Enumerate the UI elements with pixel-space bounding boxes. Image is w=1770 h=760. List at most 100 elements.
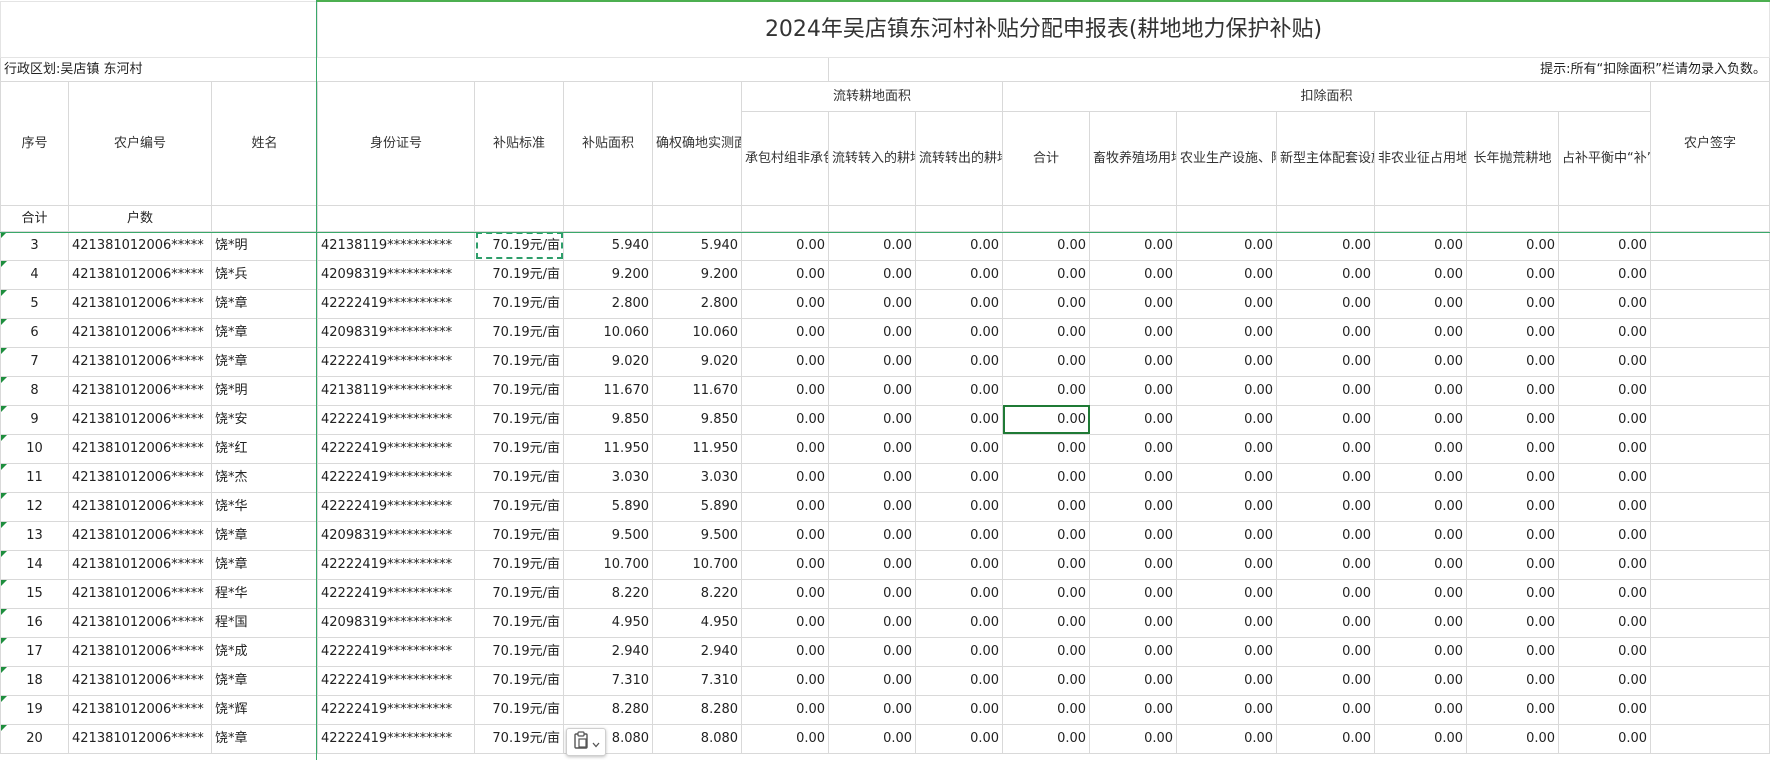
- row-subsidy-area[interactable]: 8.220: [563, 578, 654, 609]
- row-deduct-value[interactable]: 0.00: [1002, 317, 1091, 348]
- row-transfer-value[interactable]: 0.00: [915, 549, 1004, 580]
- row-deduct-value[interactable]: 0.00: [1002, 578, 1091, 609]
- row-id-number[interactable]: 42222419**********: [317, 288, 476, 319]
- header-deduct-col[interactable]: 畜牧养殖场用地: [1089, 110, 1178, 206]
- row-subsidy-area[interactable]: 9.500: [563, 520, 654, 551]
- row-name[interactable]: 饶*章: [210, 665, 319, 696]
- row-deduct-value[interactable]: 0.00: [1374, 259, 1468, 290]
- row-farmer-code[interactable]: 421381012006*****: [68, 520, 212, 551]
- row-deduct-value[interactable]: 0.00: [1374, 433, 1468, 464]
- row-subsidy-standard[interactable]: 70.19元/亩: [474, 607, 565, 638]
- row-transfer-value[interactable]: 0.00: [741, 317, 830, 348]
- row-name[interactable]: 饶*章: [210, 723, 319, 754]
- row-subsidy-area[interactable]: 10.700: [563, 549, 654, 580]
- row-name[interactable]: 饶*明: [210, 230, 319, 261]
- row-name[interactable]: 饶*成: [210, 636, 319, 667]
- row-deduct-value[interactable]: 0.00: [1276, 404, 1376, 435]
- row-signature[interactable]: [1650, 259, 1770, 290]
- total-cell[interactable]: [1558, 204, 1652, 232]
- total-cell[interactable]: [1089, 204, 1178, 232]
- row-deduct-value[interactable]: 0.00: [1276, 433, 1376, 464]
- header-seq[interactable]: 序号: [0, 80, 69, 206]
- row-deduct-value[interactable]: 0.00: [1002, 462, 1091, 493]
- row-deduct-value[interactable]: 0.00: [1374, 404, 1468, 435]
- row-signature[interactable]: [1650, 404, 1770, 435]
- header-deduct-col[interactable]: 合计: [1002, 110, 1091, 206]
- row-deduct-value[interactable]: 0.00: [1089, 694, 1178, 725]
- row-deduct-value[interactable]: 0.00: [1002, 665, 1091, 696]
- row-deduct-value[interactable]: 0.00: [1276, 230, 1376, 261]
- row-deduct-value[interactable]: 0.00: [1276, 259, 1376, 290]
- row-seq[interactable]: 8: [0, 375, 69, 406]
- row-subsidy-area[interactable]: 8.280: [563, 694, 654, 725]
- row-transfer-value[interactable]: 0.00: [741, 230, 830, 261]
- row-deduct-value[interactable]: 0.00: [1374, 520, 1468, 551]
- row-deduct-value[interactable]: 0.00: [1176, 346, 1278, 377]
- row-id-number[interactable]: 42222419**********: [317, 491, 476, 522]
- row-deduct-value[interactable]: 0.00: [1276, 607, 1376, 638]
- row-transfer-value[interactable]: 0.00: [741, 259, 830, 290]
- row-deduct-value[interactable]: 0.00: [1466, 578, 1560, 609]
- row-deduct-value[interactable]: 0.00: [1002, 288, 1091, 319]
- row-deduct-value[interactable]: 0.00: [1089, 230, 1178, 261]
- row-seq[interactable]: 6: [0, 317, 69, 348]
- row-deduct-value[interactable]: 0.00: [1002, 404, 1091, 435]
- row-transfer-value[interactable]: 0.00: [828, 259, 917, 290]
- row-deduct-value[interactable]: 0.00: [1176, 636, 1278, 667]
- row-deduct-value[interactable]: 0.00: [1276, 694, 1376, 725]
- row-id-number[interactable]: 42222419**********: [317, 346, 476, 377]
- row-name[interactable]: 饶*章: [210, 317, 319, 348]
- row-name[interactable]: 饶*杰: [210, 462, 319, 493]
- row-farmer-code[interactable]: 421381012006*****: [68, 549, 212, 580]
- row-transfer-value[interactable]: 0.00: [828, 578, 917, 609]
- row-deduct-value[interactable]: 0.00: [1558, 346, 1652, 377]
- header-measured-area[interactable]: 确权确地实测面积: [652, 80, 743, 206]
- row-subsidy-standard[interactable]: 70.19元/亩: [474, 665, 565, 696]
- row-deduct-value[interactable]: 0.00: [1466, 665, 1560, 696]
- row-transfer-value[interactable]: 0.00: [741, 346, 830, 377]
- row-deduct-value[interactable]: 0.00: [1558, 694, 1652, 725]
- row-id-number[interactable]: 42222419**********: [317, 404, 476, 435]
- row-deduct-value[interactable]: 0.00: [1558, 230, 1652, 261]
- row-deduct-value[interactable]: 0.00: [1466, 723, 1560, 754]
- row-deduct-value[interactable]: 0.00: [1176, 433, 1278, 464]
- row-subsidy-area[interactable]: 10.060: [563, 317, 654, 348]
- row-id-number[interactable]: 42222419**********: [317, 723, 476, 754]
- row-signature[interactable]: [1650, 636, 1770, 667]
- total-cell[interactable]: [1650, 204, 1770, 232]
- row-subsidy-area[interactable]: 2.800: [563, 288, 654, 319]
- row-farmer-code[interactable]: 421381012006*****: [68, 259, 212, 290]
- row-deduct-value[interactable]: 0.00: [1176, 520, 1278, 551]
- row-transfer-value[interactable]: 0.00: [828, 288, 917, 319]
- row-name[interactable]: 饶*章: [210, 346, 319, 377]
- row-transfer-value[interactable]: 0.00: [828, 346, 917, 377]
- row-transfer-value[interactable]: 0.00: [915, 694, 1004, 725]
- header-transfer-col[interactable]: 承包村组非承包地: [741, 110, 830, 206]
- row-deduct-value[interactable]: 0.00: [1466, 694, 1560, 725]
- row-deduct-value[interactable]: 0.00: [1089, 723, 1178, 754]
- row-transfer-value[interactable]: 0.00: [741, 520, 830, 551]
- row-deduct-value[interactable]: 0.00: [1466, 259, 1560, 290]
- row-subsidy-area[interactable]: 3.030: [563, 462, 654, 493]
- row-transfer-value[interactable]: 0.00: [741, 375, 830, 406]
- row-deduct-value[interactable]: 0.00: [1558, 723, 1652, 754]
- row-seq[interactable]: 15: [0, 578, 69, 609]
- row-seq[interactable]: 18: [0, 665, 69, 696]
- row-signature[interactable]: [1650, 607, 1770, 638]
- total-cell[interactable]: [563, 204, 654, 232]
- row-measured-area[interactable]: 8.280: [652, 694, 743, 725]
- row-id-number[interactable]: 42222419**********: [317, 549, 476, 580]
- row-transfer-value[interactable]: 0.00: [828, 404, 917, 435]
- row-name[interactable]: 程*国: [210, 607, 319, 638]
- row-deduct-value[interactable]: 0.00: [1089, 433, 1178, 464]
- row-deduct-value[interactable]: 0.00: [1276, 317, 1376, 348]
- row-deduct-value[interactable]: 0.00: [1466, 346, 1560, 377]
- row-subsidy-area[interactable]: 11.670: [563, 375, 654, 406]
- row-deduct-value[interactable]: 0.00: [1276, 462, 1376, 493]
- row-transfer-value[interactable]: 0.00: [915, 462, 1004, 493]
- row-id-number[interactable]: 42098319**********: [317, 520, 476, 551]
- row-deduct-value[interactable]: 0.00: [1276, 578, 1376, 609]
- row-farmer-code[interactable]: 421381012006*****: [68, 404, 212, 435]
- row-seq[interactable]: 12: [0, 491, 69, 522]
- total-cell[interactable]: [1466, 204, 1560, 232]
